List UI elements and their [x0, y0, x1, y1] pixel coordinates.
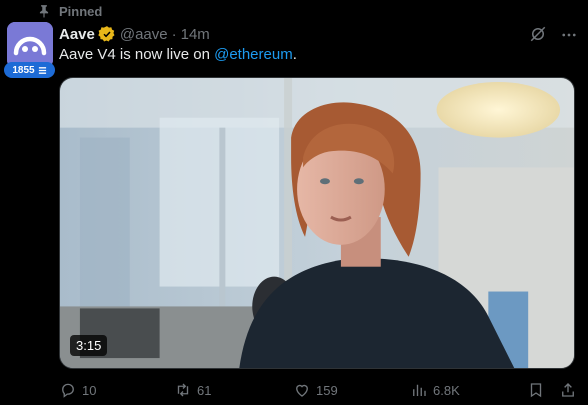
timestamp[interactable]: 14m [181, 26, 210, 43]
verified-icon [98, 26, 115, 42]
repost-button[interactable]: 61 [174, 378, 211, 402]
tweet-header: Aave @aave · 14m [59, 24, 210, 44]
stack-icon [38, 66, 46, 74]
views-icon [413, 384, 426, 396]
pinned-indicator: Pinned [37, 2, 102, 20]
share-icon [562, 383, 574, 397]
avatar-count-badge: 1855 [4, 62, 55, 78]
reply-count: 10 [82, 382, 97, 398]
more-icon[interactable] [560, 26, 578, 44]
tweet-text-start: Aave V4 is now live on [59, 46, 215, 63]
video-player[interactable] [59, 77, 575, 369]
pinned-label: Pinned [59, 3, 103, 19]
handle[interactable]: @aave [120, 26, 168, 43]
like-count: 159 [316, 382, 338, 398]
repost-count: 61 [197, 382, 212, 398]
bookmark-button[interactable] [527, 378, 545, 402]
display-name[interactable]: Aave [59, 26, 95, 43]
views-count: 6.8K [433, 382, 460, 398]
bookmark-icon [530, 383, 542, 398]
like-icon [296, 384, 308, 397]
mention-link[interactable]: @ethereum [214, 46, 293, 63]
repost-icon [177, 383, 189, 397]
video-duration: 3:15 [70, 335, 108, 356]
separator-dot: · [171, 25, 177, 43]
grok-icon[interactable] [529, 25, 547, 43]
like-button[interactable]: 159 [293, 378, 338, 402]
video-thumbnail [60, 78, 574, 368]
views-button[interactable]: 6.8K [410, 378, 460, 402]
avatar-count: 1855 [12, 64, 35, 76]
pin-icon [39, 5, 49, 18]
tweet-text: Aave V4 is now live on @ethereum. [59, 45, 297, 65]
reply-button[interactable]: 10 [59, 378, 96, 402]
tweet-text-end: . [292, 46, 297, 63]
share-button[interactable] [559, 378, 577, 402]
reply-icon [62, 383, 74, 398]
action-bar: 10 61 159 6.8K [0, 378, 588, 402]
